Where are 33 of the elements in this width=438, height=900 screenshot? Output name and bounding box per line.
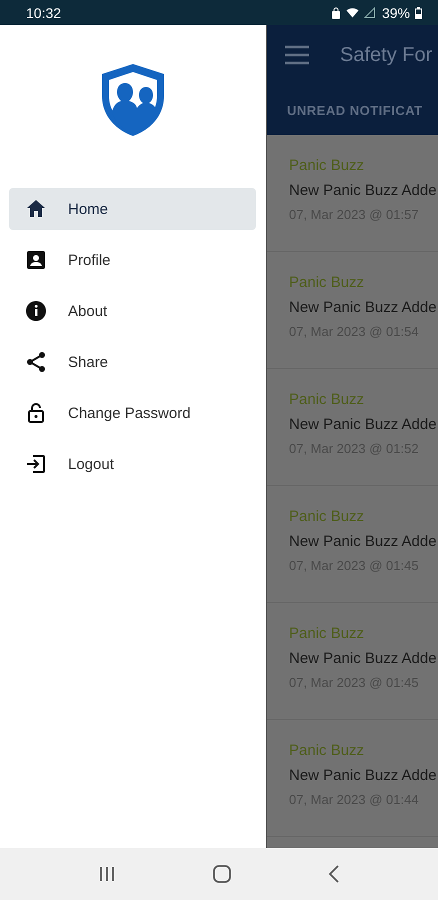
logout-icon: [24, 452, 48, 476]
notification-message: New Panic Buzz Adde: [289, 650, 438, 667]
lock-icon: [330, 6, 341, 18]
menu-item[interactable]: About: [9, 290, 256, 332]
notification-category: Panic Buzz: [289, 391, 366, 408]
notification-category: Panic Buzz: [289, 508, 366, 525]
notification-message: New Panic Buzz Adde: [289, 767, 438, 784]
signal-icon: [364, 7, 375, 18]
battery-level: 39%: [382, 4, 410, 20]
share-icon: [24, 350, 48, 374]
home-button-icon[interactable]: [212, 865, 231, 883]
notification-message: New Panic Buzz Adde: [289, 416, 438, 433]
menu-item[interactable]: Profile: [9, 239, 256, 281]
clock-time: 10:32: [26, 4, 62, 20]
profile-icon: [24, 248, 48, 272]
menu-icon[interactable]: [284, 45, 310, 65]
info-icon: [24, 299, 48, 323]
battery-icon: [415, 6, 422, 18]
notification-message: New Panic Buzz Adde: [289, 533, 438, 550]
wifi-icon: [346, 7, 359, 18]
app-title: Safety For: [340, 44, 432, 66]
back-icon[interactable]: [328, 865, 340, 883]
notification-category: Panic Buzz: [289, 274, 366, 291]
menu-item[interactable]: Share: [9, 341, 256, 383]
notification-message: New Panic Buzz Adde: [289, 299, 438, 316]
notification-message: New Panic Buzz Adde: [289, 182, 438, 199]
recent-apps-icon[interactable]: [98, 866, 116, 882]
menu-item[interactable]: Logout: [9, 443, 256, 485]
notification-category: Panic Buzz: [289, 625, 366, 642]
notification-category: Panic Buzz: [289, 157, 366, 174]
menu-item[interactable]: Change Password: [9, 392, 256, 434]
menu-item[interactable]: Home: [9, 188, 256, 230]
notification-category: Panic Buzz: [289, 742, 366, 759]
